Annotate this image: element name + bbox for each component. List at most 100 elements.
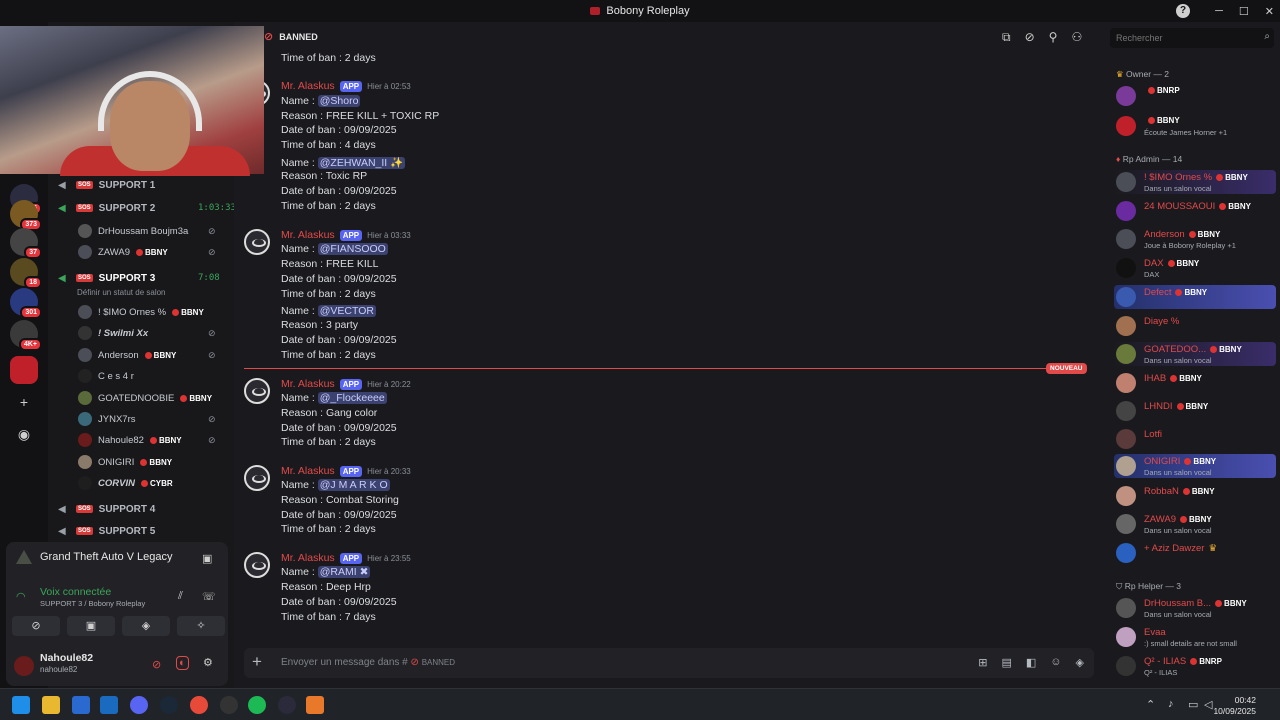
- voice-member[interactable]: ONIGIRI BBNY: [78, 452, 172, 472]
- file-explorer-icon[interactable]: [42, 696, 60, 714]
- voice-channel-support-1[interactable]: ◀ SOS SUPPORT 1: [58, 175, 155, 195]
- camera-button[interactable]: ⊘: [12, 616, 60, 636]
- member-item[interactable]: ! $IMO Ornes % BBNY Dans un salon vocal: [1114, 170, 1276, 194]
- threads-icon[interactable]: ⧉: [1002, 30, 1011, 45]
- close-icon[interactable]: ✕: [1265, 5, 1274, 18]
- member-item[interactable]: BNRP: [1114, 84, 1276, 108]
- voice-member[interactable]: Nahoule82 BBNY ⊘: [78, 430, 216, 450]
- activity-button[interactable]: ◈: [122, 616, 170, 636]
- voice-status[interactable]: Voix connectée: [40, 586, 111, 598]
- signal-icon[interactable]: ◠: [16, 590, 26, 603]
- message-author[interactable]: Mr. Alaskus: [281, 465, 335, 477]
- member-item[interactable]: IHAB BBNY: [1114, 371, 1276, 395]
- server-icon-bobony[interactable]: [10, 356, 38, 384]
- mic-icon[interactable]: ♪: [1168, 698, 1174, 710]
- member-item[interactable]: ZAWA9 BBNY Dans un salon vocal: [1114, 512, 1276, 536]
- member-list-icon[interactable]: ⚇: [1071, 30, 1082, 45]
- app-icon[interactable]: [278, 696, 296, 714]
- member-item[interactable]: Anderson BBNY Joue à Bobony Roleplay +1: [1114, 227, 1276, 251]
- server-icon[interactable]: 373: [10, 200, 42, 231]
- noise-suppression-icon[interactable]: ⫽: [178, 590, 183, 603]
- network-icon[interactable]: ▭: [1188, 698, 1198, 711]
- message-composer[interactable]: + Envoyer un message dans # ⊘ BANNED ⊞ ▤…: [244, 648, 1094, 678]
- voice-member[interactable]: GOATEDNOOBIE BBNY: [78, 388, 212, 408]
- mic-muted-icon[interactable]: ⊘: [152, 658, 161, 671]
- deafen-icon[interactable]: ◐: [176, 656, 189, 670]
- voice-member[interactable]: ! Swilmi Xx ⊘: [78, 323, 216, 343]
- store-icon[interactable]: [72, 696, 90, 714]
- member-item[interactable]: DAX BBNY DAX: [1114, 256, 1276, 280]
- screen-share-button[interactable]: ▣: [67, 616, 115, 636]
- member-item[interactable]: + Aziz Dawzer ♛: [1114, 541, 1276, 565]
- disconnect-icon[interactable]: ☏: [202, 590, 216, 603]
- member-item[interactable]: Evaa:) small details are not small: [1114, 625, 1276, 649]
- message-author[interactable]: Mr. Alaskus: [281, 378, 335, 390]
- server-icon[interactable]: 18: [10, 258, 42, 289]
- sticker-icon[interactable]: ◧: [1026, 656, 1036, 669]
- voice-member[interactable]: JYNX7rs ⊘: [78, 409, 216, 429]
- avatar[interactable]: [244, 465, 270, 491]
- clock[interactable]: 00:42 10/09/2025: [1213, 695, 1256, 717]
- voice-member[interactable]: Anderson BBNY ⊘: [78, 345, 216, 365]
- avatar[interactable]: [244, 552, 270, 578]
- chevron-up-icon[interactable]: ⌃: [1146, 698, 1155, 711]
- voice-channel-support-5[interactable]: ◀ SOS SUPPORT 5: [58, 521, 155, 541]
- minimize-icon[interactable]: ─: [1215, 5, 1223, 17]
- user-mention[interactable]: @VECTOR: [317, 305, 376, 317]
- member-item[interactable]: ONIGIRI BBNY Dans un salon vocal: [1114, 454, 1276, 478]
- member-item[interactable]: DrHoussam B... BBNY Dans un salon vocal: [1114, 596, 1276, 620]
- member-item[interactable]: 24 MOUSSAOUI BBNY: [1114, 199, 1276, 223]
- voice-member[interactable]: ZAWA9 BBNY ⊘: [78, 242, 216, 262]
- message-author[interactable]: Mr. Alaskus: [281, 80, 335, 92]
- outlook-icon[interactable]: [100, 696, 118, 714]
- spotify-icon[interactable]: [248, 696, 266, 714]
- member-item[interactable]: Defect BBNY: [1114, 285, 1276, 309]
- add-attachment-icon[interactable]: +: [252, 652, 262, 672]
- voice-member[interactable]: ! $IMO Ornes % BBNY: [78, 302, 204, 322]
- gift-icon[interactable]: ⊞: [978, 656, 987, 669]
- voice-channel-link[interactable]: SUPPORT 3 / Bobony Roleplay: [40, 599, 145, 608]
- member-item[interactable]: LHNDI BBNY: [1114, 399, 1276, 423]
- activity-game[interactable]: Grand Theft Auto V Legacy: [16, 550, 173, 564]
- settings-gear-icon[interactable]: ⚙: [203, 656, 213, 669]
- voice-member[interactable]: DrHoussam Boujm3a ⊘: [78, 221, 216, 241]
- user-mention[interactable]: @ZEHWAN_II ✨: [317, 157, 406, 169]
- member-item[interactable]: Diaye %: [1114, 314, 1276, 338]
- member-item[interactable]: Q² - ILIAS BNRP Q² - ILIAS: [1114, 654, 1276, 678]
- voice-channel-support-2[interactable]: ◀ SOS SUPPORT 2 1:03:33: [58, 198, 236, 218]
- voice-member[interactable]: C e s 4 r: [78, 366, 134, 386]
- discover-icon[interactable]: ◉: [14, 424, 34, 444]
- soundboard-button[interactable]: ✧: [177, 616, 225, 636]
- steam-icon[interactable]: [160, 696, 178, 714]
- pin-icon[interactable]: ⚲: [1049, 30, 1058, 45]
- avatar[interactable]: [244, 229, 270, 255]
- add-server-icon[interactable]: +: [14, 392, 34, 412]
- search-input[interactable]: [1110, 28, 1274, 48]
- server-icon[interactable]: 4K+: [10, 320, 42, 351]
- emoji-icon[interactable]: ☺: [1050, 656, 1061, 669]
- screen-icon[interactable]: ▣: [202, 552, 212, 565]
- help-icon[interactable]: ?: [1176, 4, 1190, 18]
- member-item[interactable]: GOATEDOO... BBNY Dans un salon vocal: [1114, 342, 1276, 366]
- member-item[interactable]: BBNY Écoute James Horner +1: [1114, 114, 1276, 138]
- user-mention[interactable]: @J M A R K O: [317, 479, 390, 491]
- maximize-icon[interactable]: ☐: [1239, 5, 1249, 18]
- user-mention[interactable]: @RAMI ✖: [317, 566, 371, 578]
- windows-start-icon[interactable]: [12, 696, 30, 714]
- voice-member[interactable]: CORVIN CYBR: [78, 473, 173, 493]
- user-mention[interactable]: @Shoro: [317, 95, 361, 107]
- apps-icon[interactable]: ◈: [1076, 656, 1084, 669]
- chrome-icon[interactable]: [190, 696, 208, 714]
- user-display-name[interactable]: Nahoule82: [40, 652, 93, 664]
- app-icon[interactable]: [306, 696, 324, 714]
- channel-status[interactable]: Définir un statut de salon: [77, 288, 166, 297]
- member-item[interactable]: Lotfi: [1114, 427, 1276, 451]
- message-author[interactable]: Mr. Alaskus: [281, 229, 335, 241]
- user-mention[interactable]: @_Flockeeee: [317, 392, 387, 404]
- server-icon[interactable]: 37: [10, 228, 42, 259]
- mute-channel-icon[interactable]: ⊘: [1025, 30, 1035, 45]
- gif-icon[interactable]: ▤: [1001, 656, 1011, 669]
- user-mention[interactable]: @FIANSOOO: [317, 243, 388, 255]
- voice-channel-support-3[interactable]: ◀ SOS SUPPORT 3 7:08: [58, 268, 220, 288]
- voice-channel-support-4[interactable]: ◀ SOS SUPPORT 4: [58, 499, 155, 519]
